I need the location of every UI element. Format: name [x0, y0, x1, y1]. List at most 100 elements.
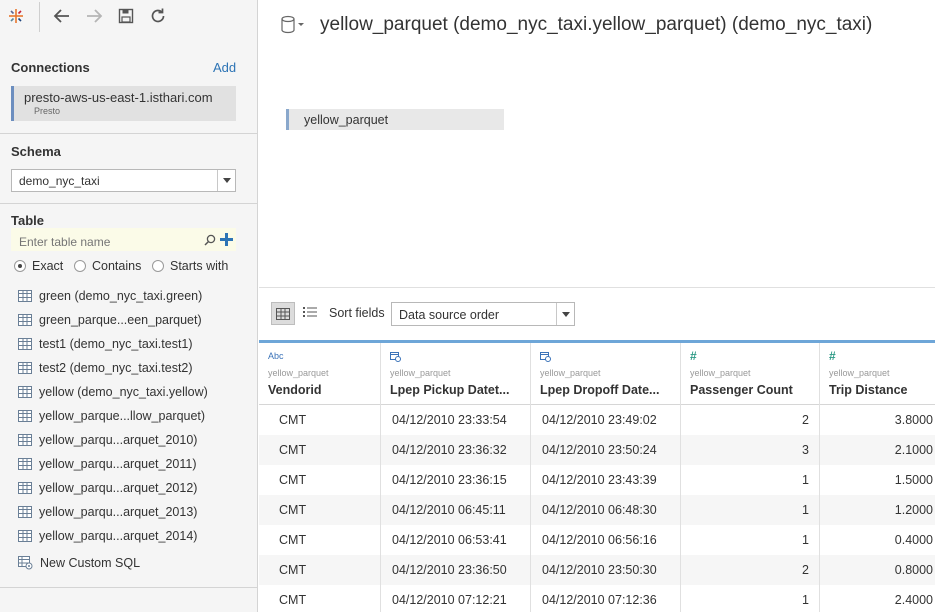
- table-cell: 2: [681, 555, 820, 585]
- add-connection-link[interactable]: Add: [213, 60, 236, 75]
- schema-select[interactable]: demo_nyc_taxi: [11, 169, 236, 192]
- column-header[interactable]: Abc yellow_parquet Vendorid: [259, 343, 381, 405]
- table-list-item[interactable]: green_parque...een_parquet): [0, 308, 258, 332]
- radio-icon: [74, 260, 86, 272]
- number-type-icon[interactable]: #: [829, 349, 836, 363]
- table-cell: CMT: [259, 405, 381, 435]
- table-row: CMT 04/12/2010 23:36:50 04/12/2010 23:50:3…: [259, 555, 935, 585]
- table-list-item[interactable]: yellow_parque...llow_parquet): [0, 404, 258, 428]
- table-cell: 04/12/2010 23:43:39: [531, 465, 681, 495]
- table-list-item-label: green (demo_nyc_taxi.green): [39, 289, 203, 303]
- match-option-label: Starts with: [170, 259, 229, 273]
- table-cell: 3.8000: [820, 405, 935, 435]
- column-header[interactable]: # yellow_parquet Passenger Count: [681, 343, 820, 405]
- table-icon: [18, 458, 32, 470]
- match-contains-radio[interactable]: Contains: [74, 258, 141, 274]
- table-row: CMT 04/12/2010 23:33:54 04/12/2010 23:49:0…: [259, 405, 935, 435]
- table-search-input[interactable]: [11, 228, 236, 251]
- table-cell: 04/12/2010 06:53:41: [381, 525, 531, 555]
- table-cell: 04/12/2010 23:36:32: [381, 435, 531, 465]
- table-list-item[interactable]: test2 (demo_nyc_taxi.test2): [0, 356, 258, 380]
- table-cell: 04/12/2010 23:33:54: [381, 405, 531, 435]
- table-list-item-label: yellow_parque...llow_parquet): [39, 409, 206, 423]
- table-cell: 1.5000: [820, 465, 935, 495]
- schema-heading: Schema: [11, 144, 61, 159]
- tableau-logo-icon[interactable]: [4, 4, 28, 28]
- connection-item[interactable]: presto-aws-us-east-1.isthari.com Presto: [11, 86, 236, 121]
- table-cell: 04/12/2010 23:36:50: [381, 555, 531, 585]
- table-list-item-label: yellow (demo_nyc_taxi.yellow): [39, 385, 208, 399]
- canvas-table-item[interactable]: yellow_parquet: [286, 109, 504, 130]
- table-list-item[interactable]: test1 (demo_nyc_taxi.test1): [0, 332, 258, 356]
- table-icon: [18, 386, 32, 398]
- sort-fields-select[interactable]: Data source order: [391, 302, 575, 326]
- table-cell: 04/12/2010 06:56:16: [531, 525, 681, 555]
- table-list-item-label: yellow_parqu...arquet_2013): [39, 505, 198, 519]
- table-cell: 2.1000: [820, 435, 935, 465]
- table-icon: [18, 434, 32, 446]
- table-icon: [18, 506, 32, 518]
- column-header[interactable]: # yellow_parquet Trip Distance: [820, 343, 935, 405]
- datasource-title[interactable]: yellow_parquet (demo_nyc_taxi.yellow_par…: [320, 14, 872, 36]
- new-custom-sql-item[interactable]: New Custom SQL: [18, 554, 140, 572]
- left-panel: Connections Add presto-aws-us-east-1.ist…: [0, 0, 258, 612]
- table-icon: [18, 482, 32, 494]
- table-icon: [18, 338, 32, 350]
- table-list-item[interactable]: yellow_parqu...arquet_2014): [0, 524, 258, 548]
- table-list-item[interactable]: yellow (demo_nyc_taxi.yellow): [0, 380, 258, 404]
- match-option-label: Contains: [92, 259, 142, 273]
- table-cell: 04/12/2010 06:45:11: [381, 495, 531, 525]
- datetime-type-icon[interactable]: [390, 350, 401, 362]
- table-list-item[interactable]: yellow_parqu...arquet_2011): [0, 452, 258, 476]
- grid-view-icon: [276, 307, 290, 320]
- data-grid: Abc yellow_parquet Vendorid yellow_parquet L…: [259, 340, 935, 612]
- table-row: CMT 04/12/2010 06:53:41 04/12/2010 06:56:1…: [259, 525, 935, 555]
- table-list-item-label: green_parque...een_parquet): [39, 313, 202, 327]
- table-cell: 04/12/2010 07:12:21: [381, 585, 531, 612]
- table-list-item[interactable]: green (demo_nyc_taxi.green): [0, 284, 258, 308]
- string-type-label[interactable]: Abc: [268, 350, 284, 362]
- table-cell: 0.8000: [820, 555, 935, 585]
- back-arrow-icon[interactable]: [50, 4, 74, 28]
- column-name: Lpep Dropoff Date...: [540, 383, 660, 397]
- column-name: Lpep Pickup Datet...: [390, 383, 510, 397]
- table-list-item[interactable]: yellow_parqu...arquet_2012): [0, 476, 258, 500]
- chevron-down-icon[interactable]: [217, 170, 235, 191]
- table-icon: [18, 362, 32, 374]
- list-view-icon[interactable]: [303, 305, 317, 323]
- table-row: CMT 04/12/2010 23:36:15 04/12/2010 23:43:3…: [259, 465, 935, 495]
- column-header[interactable]: yellow_parquet Lpep Dropoff Date...: [531, 343, 681, 405]
- search-icon[interactable]: [204, 233, 216, 251]
- number-type-icon[interactable]: #: [690, 349, 697, 363]
- add-icon[interactable]: [220, 233, 233, 251]
- table-cell: 04/12/2010 23:49:02: [531, 405, 681, 435]
- forward-arrow-icon[interactable]: [82, 4, 106, 28]
- column-name: Passenger Count: [690, 383, 793, 397]
- column-header[interactable]: yellow_parquet Lpep Pickup Datet...: [381, 343, 531, 405]
- table-cell: CMT: [259, 525, 381, 555]
- save-icon[interactable]: [114, 4, 138, 28]
- table-cell: 04/12/2010 23:50:30: [531, 555, 681, 585]
- match-starts-with-radio[interactable]: Starts with: [152, 258, 228, 274]
- connections-heading: Connections: [11, 60, 90, 75]
- table-cell: 0.4000: [820, 525, 935, 555]
- table-cell: 1: [681, 495, 820, 525]
- refresh-icon[interactable]: [146, 4, 170, 28]
- grid-view-button[interactable]: [271, 302, 295, 325]
- table-cell: CMT: [259, 465, 381, 495]
- match-exact-radio[interactable]: Exact: [14, 258, 63, 274]
- table-cell: CMT: [259, 585, 381, 612]
- database-icon[interactable]: [280, 15, 306, 40]
- table-icon: [18, 290, 32, 302]
- column-source: yellow_parquet: [829, 368, 890, 378]
- table-cell: 2: [681, 405, 820, 435]
- table-cell: 04/12/2010 07:12:36: [531, 585, 681, 612]
- table-list-item-label: yellow_parqu...arquet_2012): [39, 481, 198, 495]
- datetime-type-icon[interactable]: [540, 350, 551, 362]
- table-list-item[interactable]: yellow_parqu...arquet_2013): [0, 500, 258, 524]
- table-list-item[interactable]: yellow_parqu...arquet_2010): [0, 428, 258, 452]
- table-row: CMT 04/12/2010 23:36:32 04/12/2010 23:50:2…: [259, 435, 935, 465]
- chevron-down-icon[interactable]: [556, 303, 574, 325]
- table-list-item-label: yellow_parqu...arquet_2014): [39, 529, 198, 543]
- table-cell: CMT: [259, 435, 381, 465]
